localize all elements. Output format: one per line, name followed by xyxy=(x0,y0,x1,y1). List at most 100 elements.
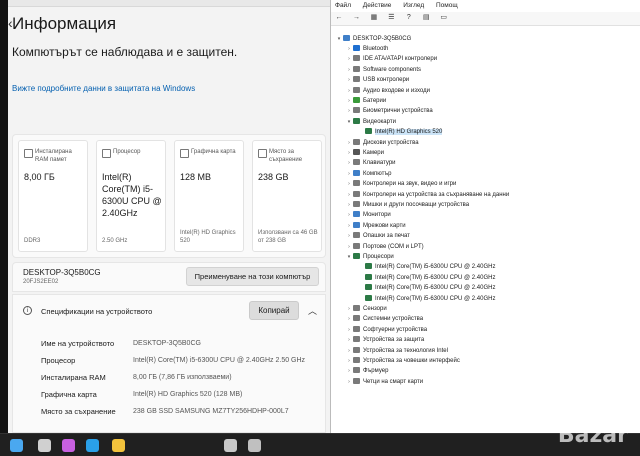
expanded-arrow-icon[interactable]: ▾ xyxy=(335,34,343,44)
tree-category[interactable]: › USB контролери xyxy=(345,75,409,85)
edge-icon[interactable] xyxy=(86,439,99,452)
device-specs-panel: i Спецификации на устройството Копирай ︿… xyxy=(12,294,326,433)
card-value: 128 MB xyxy=(180,172,212,182)
copy-button[interactable]: Копирай xyxy=(249,301,299,320)
collapsed-arrow-icon[interactable]: › xyxy=(345,75,353,85)
tree-category[interactable]: › Монитори xyxy=(345,210,391,220)
collapsed-arrow-icon[interactable]: › xyxy=(345,44,353,54)
tree-category[interactable]: › Дискови устройства xyxy=(345,138,419,148)
collapsed-arrow-icon[interactable]: › xyxy=(345,210,353,220)
collapsed-arrow-icon[interactable]: › xyxy=(345,231,353,241)
monitor-icon[interactable]: ▭ xyxy=(440,14,448,22)
collapsed-arrow-icon[interactable]: › xyxy=(345,148,353,158)
expanded-arrow-icon[interactable]: ▾ xyxy=(345,252,353,262)
collapsed-arrow-icon[interactable]: › xyxy=(345,335,353,345)
search-icon[interactable] xyxy=(38,439,51,452)
card-label: Място за съхранение xyxy=(269,149,303,163)
tree-category[interactable]: › Камери xyxy=(345,148,384,158)
collapsed-arrow-icon[interactable]: › xyxy=(345,346,353,356)
collapsed-arrow-icon[interactable]: › xyxy=(345,158,353,168)
spec-value: Intel(R) HD Graphics 520 (128 MB) xyxy=(133,391,243,398)
collapsed-arrow-icon[interactable]: › xyxy=(345,366,353,376)
collapsed-arrow-icon[interactable]: › xyxy=(345,325,353,335)
collapsed-arrow-icon[interactable]: › xyxy=(345,242,353,252)
tree-label: Устройства за човешки интерфейс xyxy=(363,358,460,364)
collapsed-arrow-icon[interactable]: › xyxy=(345,314,353,324)
graphics-card-icon xyxy=(180,149,189,158)
collapsed-arrow-icon[interactable]: › xyxy=(345,169,353,179)
tree-category[interactable]: ▾ Процесори xyxy=(345,252,394,262)
tree-category[interactable]: › Системни устройства xyxy=(345,314,423,324)
tree-category[interactable]: › Устройства за технология Intel xyxy=(345,346,448,356)
tree-device[interactable]: Intel(R) Core(TM) i5-6300U CPU @ 2.40GHz xyxy=(357,273,495,283)
collapsed-arrow-icon[interactable]: › xyxy=(345,356,353,366)
tree-category[interactable]: › Батерии xyxy=(345,96,386,106)
properties-icon[interactable]: ▦ xyxy=(370,14,378,22)
tree-category[interactable]: › Software components xyxy=(345,65,421,75)
tree-category[interactable]: › Клавиатури xyxy=(345,158,396,168)
collapsed-arrow-icon[interactable]: › xyxy=(345,96,353,106)
tree-category[interactable]: › Портове (COM и LPT) xyxy=(345,242,424,252)
card-label: Графична карта xyxy=(191,149,236,155)
tree-category[interactable]: › Аудио входове и изходи xyxy=(345,86,430,96)
tree-category[interactable]: › Устройства за човешки интерфейс xyxy=(345,356,460,366)
collapsed-arrow-icon[interactable]: › xyxy=(345,54,353,64)
tree-category[interactable]: › Bluetooth xyxy=(345,44,388,54)
menu-help[interactable]: Помощ xyxy=(436,0,458,12)
rename-pc-button[interactable]: Преименуване на този компютър xyxy=(186,267,319,286)
tree-category[interactable]: › Софтуерни устройства xyxy=(345,325,427,335)
pane-icon[interactable]: ▤ xyxy=(422,14,430,22)
device-name-bar: DESKTOP-3Q5B0CG 20FJS2EE02 Преименуване … xyxy=(12,262,326,292)
tree-device[interactable]: Intel(R) Core(TM) i5-6300U CPU @ 2.40GHz xyxy=(357,283,495,293)
device-manager-icon[interactable] xyxy=(248,439,261,452)
tree-category[interactable]: › Компютър xyxy=(345,169,391,179)
list-icon[interactable]: ☰ xyxy=(387,14,395,22)
gpu-card: Графична карта 128 MB Intel(R) HD Graphi… xyxy=(174,140,244,252)
collapsed-arrow-icon[interactable]: › xyxy=(345,377,353,387)
collapsed-arrow-icon[interactable]: › xyxy=(345,86,353,96)
collapsed-arrow-icon[interactable]: › xyxy=(345,138,353,148)
device-category-icon xyxy=(353,55,360,62)
tree-category[interactable]: › Сензори xyxy=(345,304,387,314)
collapsed-arrow-icon[interactable]: › xyxy=(345,179,353,189)
tree-category[interactable]: › IDE ATA/ATAPI контролери xyxy=(345,54,437,64)
tree-device[interactable]: Intel(R) Core(TM) i5-6300U CPU @ 2.40GHz xyxy=(357,294,495,304)
collapsed-arrow-icon[interactable]: › xyxy=(345,200,353,210)
tree-category[interactable]: › Опашки за печат xyxy=(345,231,410,241)
forward-icon[interactable]: → xyxy=(352,14,360,22)
device-category-icon xyxy=(353,97,360,103)
tree-category[interactable]: › Мишки и други посочващи устройства xyxy=(345,200,469,210)
security-details-link[interactable]: Вижте подробните данни в защитата на Win… xyxy=(12,84,195,93)
collapsed-arrow-icon[interactable]: › xyxy=(345,106,353,116)
tree-device[interactable]: Intel(R) HD Graphics 520 xyxy=(357,127,443,137)
file-explorer-icon[interactable] xyxy=(112,439,125,452)
menu-action[interactable]: Действие xyxy=(363,0,392,12)
menu-view[interactable]: Изглед xyxy=(403,0,424,12)
tree-device[interactable]: Intel(R) Core(TM) i5-6300U CPU @ 2.40GHz xyxy=(357,262,495,272)
tree-category[interactable]: › Контролери на звук, видео и игри xyxy=(345,179,456,189)
windows-start-icon[interactable] xyxy=(10,439,23,452)
collapsed-arrow-icon[interactable]: › xyxy=(345,65,353,75)
tree-category[interactable]: › Мрежови карти xyxy=(345,221,406,231)
tree-category[interactable]: › Биометрични устройства xyxy=(345,106,433,116)
help-icon[interactable]: ? xyxy=(405,14,413,22)
back-icon[interactable]: ← xyxy=(335,14,343,22)
tree-category[interactable]: › Устройства за защита xyxy=(345,335,424,345)
tree-category[interactable]: › Четци на смарт карти xyxy=(345,377,423,387)
menu-file[interactable]: Файл xyxy=(335,0,351,12)
collapsed-arrow-icon[interactable]: › xyxy=(345,190,353,200)
collapsed-arrow-icon[interactable]: › xyxy=(345,304,353,314)
tree-category[interactable]: › Фърмуер xyxy=(345,366,388,376)
collapsed-arrow-icon[interactable]: › xyxy=(345,221,353,231)
chevron-up-icon[interactable]: ︿ xyxy=(308,304,317,317)
card-value: 238 GB xyxy=(258,172,289,182)
spec-value: DESKTOP-3Q5B0CG xyxy=(133,340,201,347)
expanded-arrow-icon[interactable]: ▾ xyxy=(345,117,353,127)
tree-category[interactable]: › Контролери на устройства за съхраняване… xyxy=(345,190,509,200)
device-category-icon xyxy=(353,201,360,207)
tree-category[interactable]: ▾ Видеокарти xyxy=(345,117,396,127)
tree-root[interactable]: ▾ DESKTOP-3Q5B0CG xyxy=(335,34,411,44)
device-category-icon xyxy=(353,107,360,114)
copilot-icon[interactable] xyxy=(62,439,75,452)
gear-icon[interactable] xyxy=(224,439,237,452)
